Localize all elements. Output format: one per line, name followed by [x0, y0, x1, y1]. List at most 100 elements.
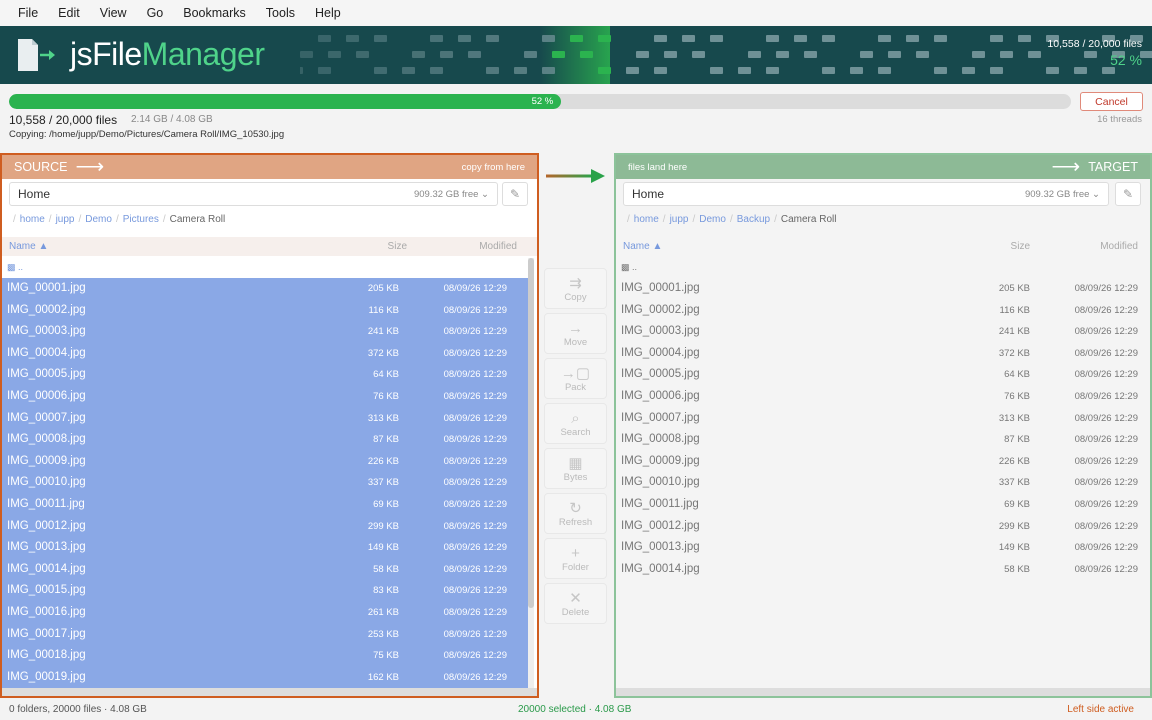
refresh-button[interactable]: ↻ Refresh	[544, 493, 607, 534]
cancel-button[interactable]: Cancel	[1080, 92, 1143, 111]
file-row[interactable]: IMG_00001.jpg 205 KB 08/09/26 12:29	[2, 278, 529, 300]
banner-tick	[766, 35, 779, 42]
tool-label: Delete	[561, 606, 590, 618]
tool-label: Copy	[564, 291, 587, 303]
banner-tick	[626, 67, 639, 74]
sort-by-modified[interactable]: Modified	[1100, 241, 1138, 252]
move-button[interactable]: → Move	[544, 313, 607, 354]
file-row[interactable]: IMG_00017.jpg 253 KB 08/09/26 12:29	[2, 623, 529, 646]
breadcrumb-home[interactable]: home	[634, 214, 659, 225]
search-button[interactable]: ⌕ Search	[544, 403, 607, 444]
menu-tools[interactable]: Tools	[256, 6, 305, 20]
logo: jsFileManager	[0, 26, 300, 84]
breadcrumb-demo[interactable]: Demo	[699, 214, 726, 225]
folder-button[interactable]: + Folder	[544, 538, 607, 579]
status-bar: 0 folders, 20000 files · 4.08 GB 20000 s…	[0, 698, 1152, 720]
file-size: 75 KB	[373, 650, 399, 662]
file-row[interactable]: IMG_00003.jpg 241 KB 08/09/26 12:29	[2, 321, 529, 343]
file-row[interactable]: IMG_00012.jpg 299 KB 08/09/26 12:29	[2, 515, 529, 538]
pencil-icon: ✎	[1122, 187, 1134, 201]
sort-by-modified[interactable]: Modified	[479, 241, 517, 252]
target-hscrollbar[interactable]	[616, 688, 1150, 696]
file-row[interactable]: IMG_00007.jpg 313 KB 08/09/26 12:29	[616, 408, 1150, 430]
source-hscrollbar[interactable]	[2, 688, 537, 696]
delete-button[interactable]: ✕ Delete	[544, 583, 607, 624]
breadcrumb-demo[interactable]: Demo	[85, 214, 112, 225]
target-file-list[interactable]: ▩ .. IMG_00001.jpg 205 KB 08/09/26 12:29 IMG…	[616, 258, 1150, 580]
file-row[interactable]: IMG_00011.jpg 69 KB 08/09/26 12:29	[2, 493, 529, 516]
file-row[interactable]: IMG_00004.jpg 372 KB 08/09/26 12:29	[616, 343, 1150, 365]
breadcrumb-jupp[interactable]: jupp	[56, 214, 75, 225]
banner-tick	[440, 51, 453, 58]
file-row[interactable]: IMG_00012.jpg 299 KB 08/09/26 12:29	[616, 516, 1150, 538]
file-row[interactable]: IMG_00007.jpg 313 KB 08/09/26 12:29	[2, 407, 529, 430]
menu-bookmarks[interactable]: Bookmarks	[173, 6, 256, 20]
banner-pattern	[290, 26, 1152, 84]
banner-tick	[318, 67, 331, 74]
target-location-select[interactable]: Home 909.32 GB free ⌄	[623, 182, 1109, 206]
banner-tick	[328, 51, 341, 58]
sort-by-name[interactable]: Name ▲	[623, 241, 662, 252]
sort-by-name[interactable]: Name ▲	[9, 241, 48, 252]
file-row[interactable]: IMG_00013.jpg 149 KB 08/09/26 12:29	[2, 537, 529, 559]
file-row[interactable]: IMG_00010.jpg 337 KB 08/09/26 12:29	[2, 472, 529, 494]
sort-asc-icon: ▲	[652, 241, 663, 252]
edit-path-button[interactable]: ✎	[502, 182, 528, 206]
file-row[interactable]: IMG_00016.jpg 261 KB 08/09/26 12:29	[2, 601, 529, 624]
breadcrumb-home[interactable]: home	[20, 214, 45, 225]
breadcrumb-backup[interactable]: Backup	[737, 214, 770, 225]
file-modified: 08/09/26 12:29	[443, 326, 507, 338]
scroll-thumb[interactable]	[528, 258, 534, 608]
file-row[interactable]: IMG_00008.jpg 87 KB 08/09/26 12:29	[2, 429, 529, 451]
menu-go[interactable]: Go	[137, 6, 174, 20]
file-row[interactable]: IMG_00002.jpg 116 KB 08/09/26 12:29	[2, 299, 529, 322]
file-row[interactable]: IMG_00014.jpg 58 KB 08/09/26 12:29	[616, 559, 1150, 581]
file-row[interactable]: IMG_00018.jpg 75 KB 08/09/26 12:29	[2, 645, 529, 667]
file-row[interactable]: IMG_00019.jpg 162 KB 08/09/26 12:29	[2, 666, 529, 689]
source-file-list[interactable]: ▩ .. IMG_00001.jpg 205 KB 08/09/26 12:29 IMG…	[2, 258, 537, 689]
pack-button[interactable]: →▢ Pack	[544, 358, 607, 399]
menu-view[interactable]: View	[90, 6, 137, 20]
file-size: 313 KB	[367, 412, 399, 424]
parent-folder-row[interactable]: ▩ ..	[2, 258, 537, 278]
file-size: 241 KB	[998, 326, 1030, 338]
file-row[interactable]: IMG_00005.jpg 64 KB 08/09/26 12:29	[2, 364, 529, 386]
banner-tick	[486, 35, 499, 42]
file-row[interactable]: IMG_00001.jpg 205 KB 08/09/26 12:29	[616, 278, 1150, 300]
edit-path-button[interactable]: ✎	[1115, 182, 1141, 206]
breadcrumb-jupp[interactable]: jupp	[670, 214, 689, 225]
file-row[interactable]: IMG_00010.jpg 337 KB 08/09/26 12:29	[616, 472, 1150, 494]
file-row[interactable]: IMG_00008.jpg 87 KB 08/09/26 12:29	[616, 429, 1150, 451]
copy-button[interactable]: ⇉ Copy	[544, 268, 607, 309]
menu-edit[interactable]: Edit	[48, 6, 90, 20]
file-modified: 08/09/26 12:29	[443, 606, 507, 618]
file-modified: 08/09/26 12:29	[1074, 477, 1138, 489]
menu-help[interactable]: Help	[305, 6, 351, 20]
file-row[interactable]: IMG_00002.jpg 116 KB 08/09/26 12:29	[616, 300, 1150, 322]
tool-label: Search	[560, 426, 591, 438]
file-row[interactable]: IMG_00004.jpg 372 KB 08/09/26 12:29	[2, 342, 529, 365]
breadcrumb-pictures[interactable]: Pictures	[123, 214, 159, 225]
file-row[interactable]: IMG_00015.jpg 83 KB 08/09/26 12:29	[2, 580, 529, 602]
source-scrollbar[interactable]	[528, 258, 534, 692]
file-row[interactable]: IMG_00005.jpg 64 KB 08/09/26 12:29	[616, 364, 1150, 386]
file-row[interactable]: IMG_00014.jpg 58 KB 08/09/26 12:29	[2, 558, 529, 581]
file-row[interactable]: IMG_00006.jpg 76 KB 08/09/26 12:29	[616, 386, 1150, 408]
file-row[interactable]: IMG_00003.jpg 241 KB 08/09/26 12:29	[616, 321, 1150, 343]
file-row[interactable]: IMG_00009.jpg 226 KB 08/09/26 12:29	[616, 451, 1150, 473]
banner-tick	[580, 51, 593, 58]
file-name: IMG_00008.jpg	[7, 433, 86, 446]
menu-file[interactable]: File	[8, 6, 48, 20]
bytes-button[interactable]: ▦ Bytes	[544, 448, 607, 489]
source-location-select[interactable]: Home 909.32 GB free ⌄	[9, 182, 498, 206]
file-row[interactable]: IMG_00013.jpg 149 KB 08/09/26 12:29	[616, 537, 1150, 559]
target-pane[interactable]: files land here ⟶ TARGET Home 909.32 GB f…	[614, 153, 1152, 698]
sort-by-size[interactable]: Size	[1011, 241, 1030, 252]
sort-by-size[interactable]: Size	[388, 241, 407, 252]
file-row[interactable]: IMG_00011.jpg 69 KB 08/09/26 12:29	[616, 494, 1150, 516]
breadcrumb-camera-roll: Camera Roll	[780, 214, 837, 225]
parent-folder-row[interactable]: ▩ ..	[616, 258, 1150, 278]
file-row[interactable]: IMG_00006.jpg 76 KB 08/09/26 12:29	[2, 385, 529, 408]
file-row[interactable]: IMG_00009.jpg 226 KB 08/09/26 12:29	[2, 450, 529, 473]
source-pane[interactable]: SOURCE ⟶ copy from here Home 909.32 GB fr…	[0, 153, 539, 698]
